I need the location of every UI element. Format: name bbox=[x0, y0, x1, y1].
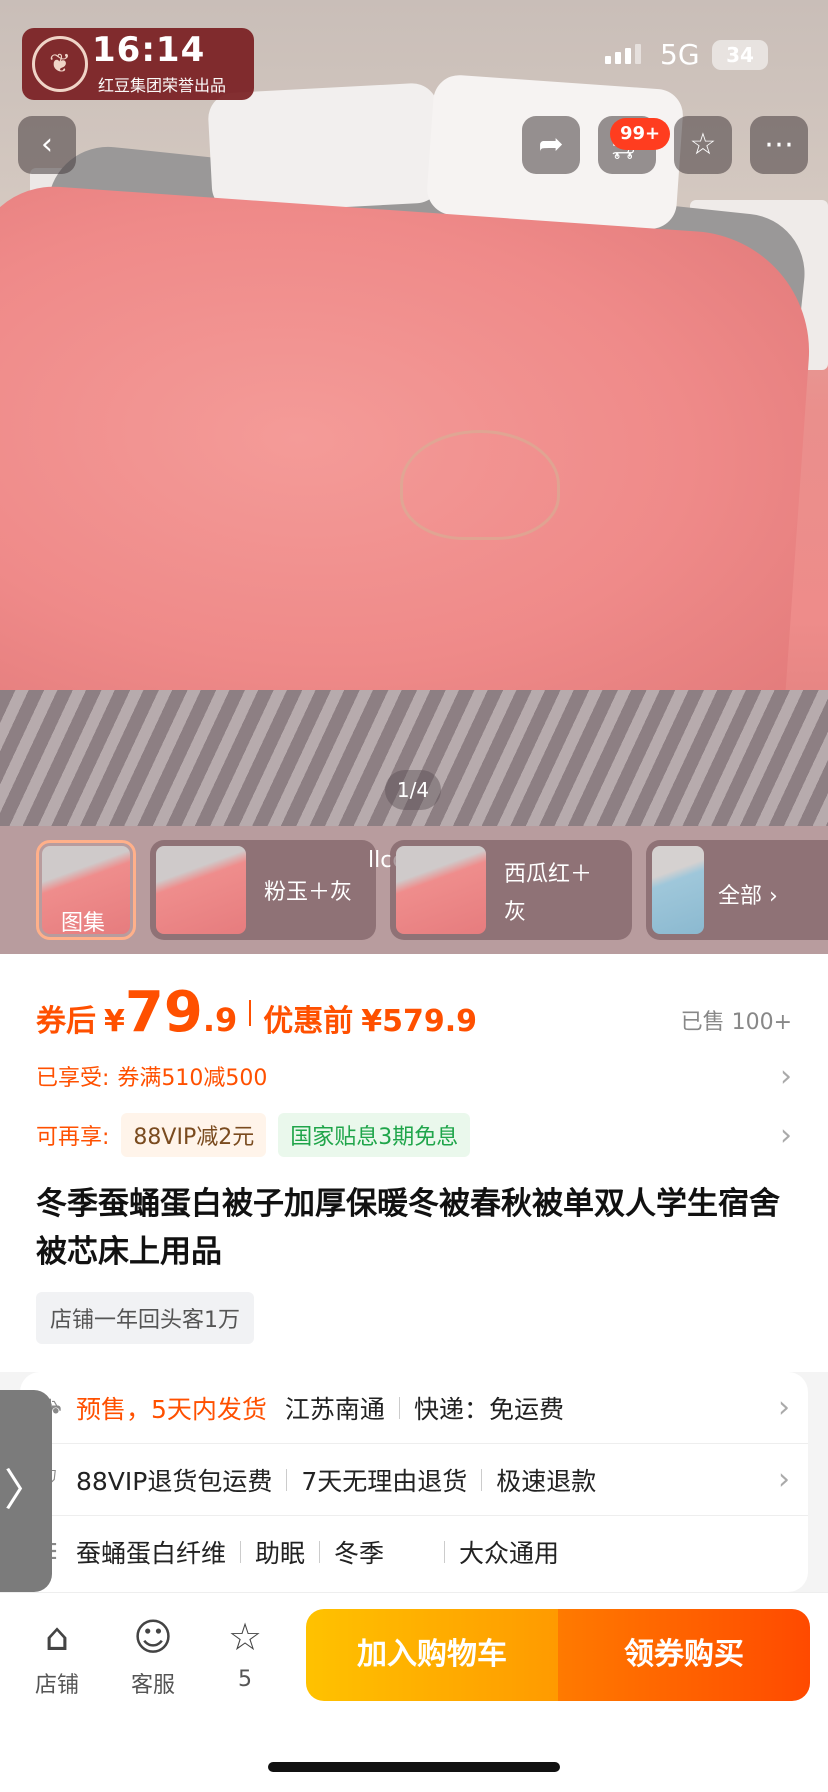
chevron-left-icon: ‹ bbox=[41, 127, 53, 162]
home-indicator[interactable] bbox=[268, 1762, 560, 1772]
price-decimal: .9 bbox=[202, 1001, 238, 1039]
chevron-right-icon: › bbox=[780, 1058, 792, 1094]
before-discount-label: 优惠前 bbox=[263, 1004, 354, 1039]
shop-repeat-customer-tag: 店铺一年回头客1万 bbox=[36, 1292, 254, 1344]
installment-tag: 国家贴息3期免息 bbox=[278, 1113, 471, 1157]
ship-origin: 江苏南通 bbox=[284, 1394, 385, 1424]
status-time: 16:14 bbox=[92, 30, 206, 70]
variant-thumbnail-strip[interactable]: 图集 粉玉＋灰 llcc 西瓜红＋ 灰 全部 › bbox=[0, 826, 828, 954]
add-to-cart-button[interactable]: 加入购物车 bbox=[306, 1609, 558, 1701]
brand-tagline: 红豆集团荣誉出品 bbox=[98, 76, 227, 95]
param-item: 冬季 bbox=[334, 1539, 385, 1568]
service-section: ⛟ 预售，5天内发货 江苏南通 快递：免运费 › ⛉ 88VIP退货包运费 7天… bbox=[0, 1372, 828, 1592]
price-row: 券后 ¥ 79 .9 优惠前 ¥579.9 bbox=[36, 980, 477, 1045]
chevron-right-icon: › bbox=[778, 1462, 790, 1497]
price-divider bbox=[249, 999, 252, 1026]
before-discount-price: ¥579.9 bbox=[361, 1004, 478, 1039]
param-item: 助眠 bbox=[255, 1539, 306, 1568]
param-item: 大众通用 bbox=[459, 1539, 560, 1568]
vip-discount-tag: 88VIP减2元 bbox=[121, 1113, 267, 1157]
thumb-gallery[interactable]: 图集 bbox=[36, 840, 136, 940]
product-title: 冬季蚕蛹蛋白被子加厚保暖冬被春秋被单双人学生宿舍被芯床上用品 bbox=[36, 1186, 780, 1270]
butterfly-logo-icon: ❦ bbox=[32, 36, 88, 92]
cart-count-badge: 99+ bbox=[610, 118, 671, 150]
params-row[interactable]: ☰ 蚕蛹蛋白纤维 助眠 冬季 大众通用 bbox=[20, 1516, 808, 1588]
thumb-variant-pink-grey[interactable]: 粉玉＋灰 bbox=[150, 840, 376, 940]
service-card: ⛟ 预售，5天内发货 江苏南通 快递：免运费 › ⛉ 88VIP退货包运费 7天… bbox=[20, 1372, 808, 1592]
promotions-row[interactable]: 可再享: 88VIP减2元 国家贴息3期免息 › bbox=[36, 1110, 792, 1160]
side-drawer-handle[interactable]: 〉 bbox=[0, 1390, 52, 1592]
favorite-button[interactable]: ☆ bbox=[674, 116, 732, 174]
thumb-label-line2: 灰 bbox=[504, 900, 527, 925]
store-icon: ⌂ bbox=[44, 1615, 70, 1659]
thumb-all[interactable]: 全部 › bbox=[646, 840, 828, 940]
price-integer: 79 bbox=[124, 980, 203, 1045]
after-coupon-label: 券后 bbox=[36, 1004, 96, 1039]
favorites-count: 5 bbox=[238, 1667, 252, 1692]
chevron-right-icon: 〉 bbox=[4, 1465, 48, 1516]
battery-level: 34 bbox=[726, 43, 754, 67]
more-button[interactable]: ⋯ bbox=[750, 116, 808, 174]
network-type: 5G bbox=[660, 38, 700, 71]
image-embroidery bbox=[400, 430, 560, 540]
more-dots-icon: ⋯ bbox=[764, 127, 794, 162]
thumb-label: 图集 bbox=[61, 911, 106, 936]
guarantee-item: 7天无理由退货 bbox=[301, 1466, 468, 1496]
arrow-right-circle-icon: › bbox=[769, 884, 778, 909]
param-item: 蚕蛹蛋白纤维 bbox=[76, 1539, 227, 1568]
sold-count: 已售 100+ bbox=[680, 1010, 792, 1035]
battery-icon: 34 bbox=[712, 40, 768, 70]
service-label: 客服 bbox=[130, 1673, 175, 1698]
thumb-label: 粉玉＋灰 bbox=[264, 880, 353, 905]
currency-symbol: ¥ bbox=[104, 1004, 125, 1039]
presale-text: 预售，5天内发货 bbox=[76, 1394, 267, 1424]
shop-label: 店铺 bbox=[34, 1673, 79, 1698]
guarantee-item: 88VIP退货包运费 bbox=[76, 1466, 273, 1496]
share-icon: ➦ bbox=[538, 127, 564, 162]
share-button[interactable]: ➦ bbox=[522, 116, 580, 174]
chevron-right-icon: › bbox=[780, 1117, 792, 1153]
signal-icon bbox=[605, 44, 641, 64]
status-bar: ❦ 红豆集团荣誉出品 16:14 5G 34 bbox=[0, 0, 828, 100]
enjoyed-label: 已享受: bbox=[36, 1066, 110, 1091]
back-button[interactable]: ‹ bbox=[18, 116, 76, 174]
guarantee-item: 极速退款 bbox=[496, 1466, 597, 1496]
enjoyed-coupon: 券满510减500 bbox=[117, 1066, 268, 1091]
thumb-image bbox=[396, 846, 486, 934]
star-outline-icon: ☆ bbox=[227, 1615, 263, 1659]
thumb-variant-red-grey[interactable]: 西瓜红＋ 灰 bbox=[390, 840, 632, 940]
thumb-image bbox=[652, 846, 704, 934]
favorites-button[interactable]: ☆ 5 bbox=[210, 1615, 280, 1692]
chevron-right-icon: › bbox=[778, 1390, 790, 1425]
thumb-all-label: 全部 › bbox=[718, 884, 778, 909]
coupon-buy-button[interactable]: 领券购买 bbox=[558, 1609, 810, 1701]
guarantee-row[interactable]: ⛉ 88VIP退货包运费 7天无理由退货 极速退款 › bbox=[20, 1444, 808, 1516]
shipping-row[interactable]: ⛟ 预售，5天内发货 江苏南通 快递：免运费 › bbox=[20, 1372, 808, 1444]
image-pillow bbox=[207, 82, 443, 214]
ship-fee: 快递：免运费 bbox=[413, 1394, 564, 1424]
shop-button[interactable]: ⌂ 店铺 bbox=[22, 1615, 92, 1699]
product-info-section: 券后 ¥ 79 .9 优惠前 ¥579.9 已售 100+ 已享受: 券满510… bbox=[0, 954, 828, 1370]
thumb-image bbox=[156, 846, 246, 934]
thumb-label: 西瓜红＋ bbox=[504, 862, 593, 887]
customer-service-button[interactable]: ☺ 客服 bbox=[118, 1615, 188, 1699]
smiley-icon: ☺ bbox=[133, 1615, 173, 1659]
available-label: 可再享: bbox=[36, 1125, 110, 1150]
image-counter: 1/4 bbox=[385, 770, 441, 810]
star-icon: ☆ bbox=[689, 127, 717, 162]
coupon-enjoyed-row[interactable]: 已享受: 券满510减500 › bbox=[36, 1058, 792, 1094]
